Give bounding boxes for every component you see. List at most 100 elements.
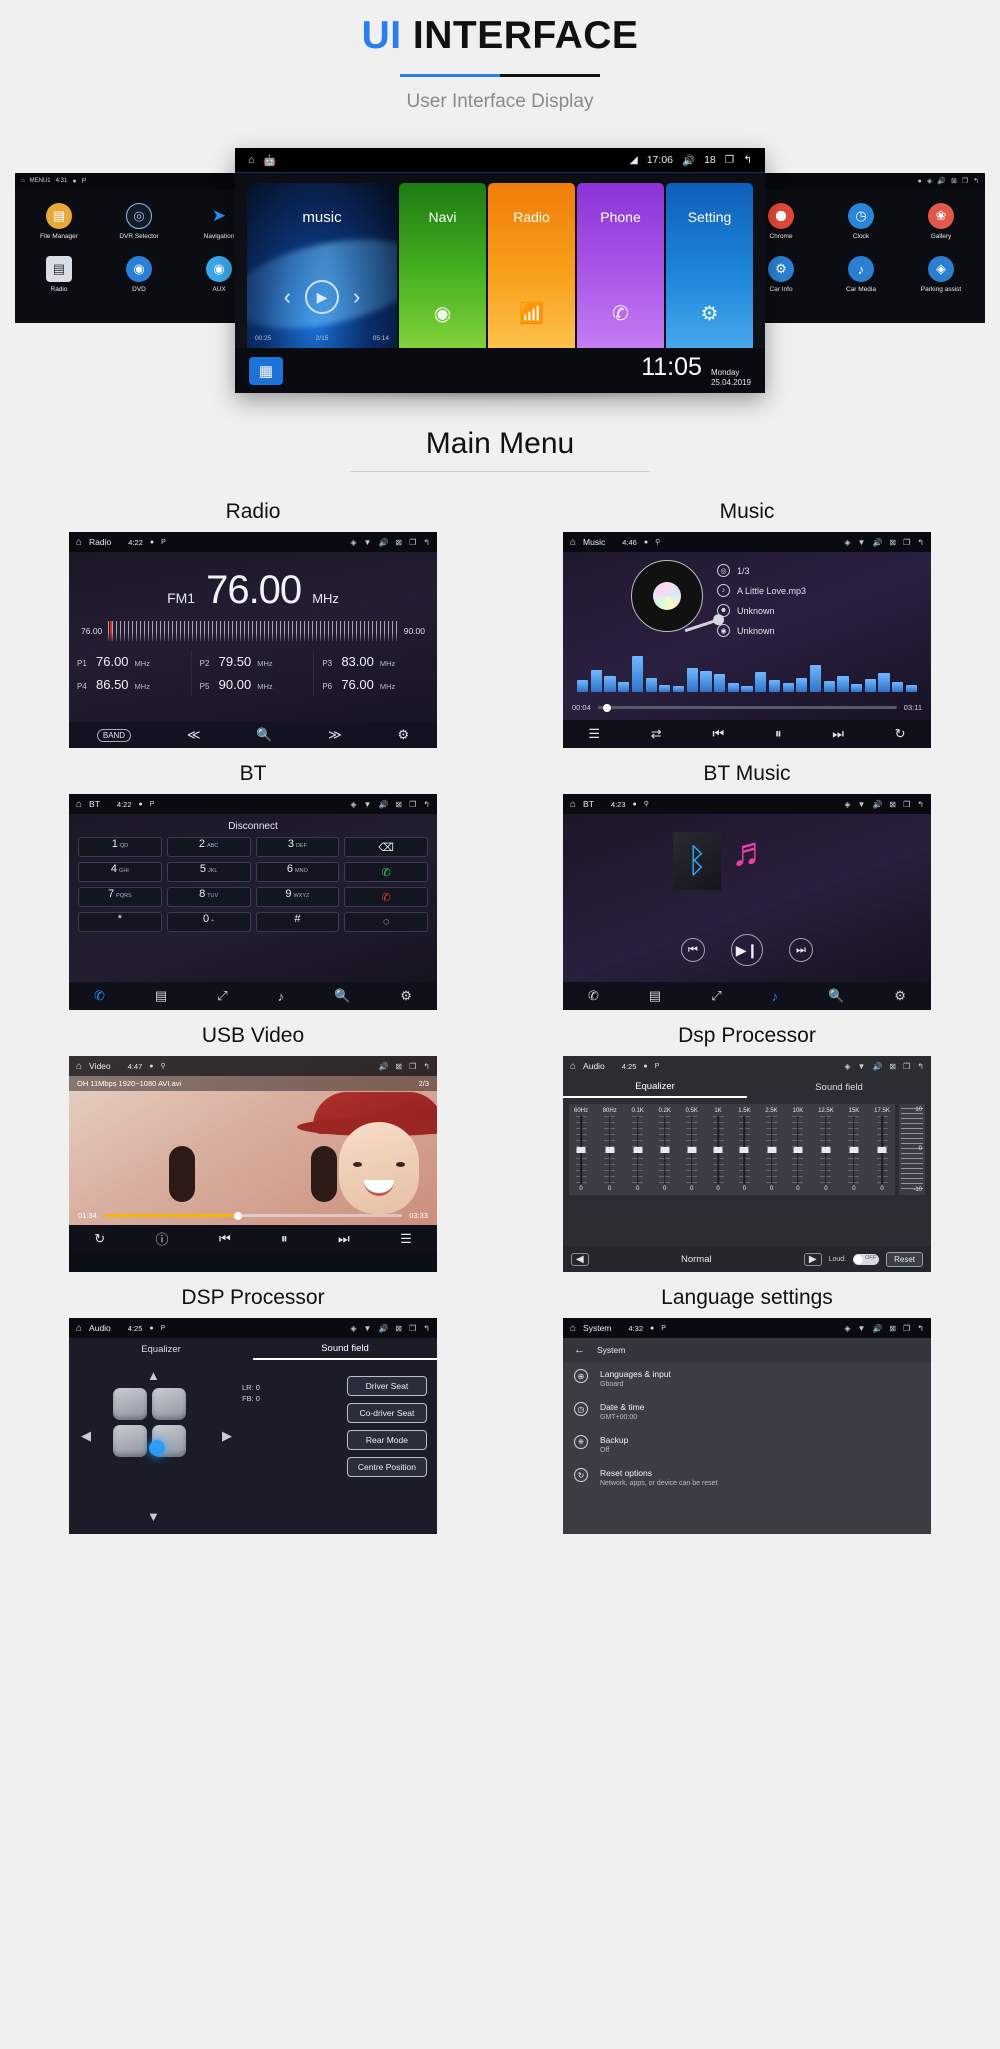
app-dvd[interactable]: ◉ DVD	[99, 250, 179, 303]
band-slider-rail[interactable]	[820, 1116, 832, 1184]
gear-icon[interactable]: ⚙	[894, 988, 906, 1004]
close-icon[interactable]: ⊠	[395, 800, 402, 809]
gear-icon[interactable]: ⚙	[397, 727, 409, 743]
reset-button[interactable]: Reset	[886, 1251, 923, 1267]
close-icon[interactable]: ⊠	[889, 800, 896, 809]
dialpad-key-[interactable]: 0 +	[166, 912, 251, 932]
app-file-manager[interactable]: ▤ File Manager	[19, 197, 99, 250]
volume-icon[interactable]: 🔊	[682, 154, 695, 167]
next-icon[interactable]: ⏭	[338, 1231, 350, 1247]
repeat-icon[interactable]: ↻	[895, 726, 906, 742]
previous-icon[interactable]: ⏮	[219, 1231, 231, 1247]
band-slider-knob[interactable]	[739, 1147, 749, 1153]
dialpad-key-mno[interactable]: 6 MNO	[255, 862, 340, 882]
search-icon[interactable]: 🔍	[256, 727, 272, 743]
home-icon[interactable]: ⌂	[570, 799, 576, 810]
phone-icon[interactable]: ✆	[94, 988, 105, 1004]
sound-focus-dot[interactable]	[148, 1440, 165, 1456]
dialpad-key-pqrs[interactable]: 7 PQRS	[78, 887, 162, 907]
back-icon[interactable]: ↰	[973, 177, 979, 185]
band-slider-knob[interactable]	[877, 1147, 887, 1153]
close-icon[interactable]: ⊠	[395, 1062, 402, 1071]
phone-icon[interactable]: ✆	[588, 988, 599, 1004]
band-slider-rail[interactable]	[738, 1116, 750, 1184]
recents-icon[interactable]: ❐	[903, 1062, 910, 1071]
close-icon[interactable]: ⊠	[889, 538, 896, 547]
home-icon[interactable]: ⌂	[570, 537, 576, 548]
band-slider-knob[interactable]	[767, 1147, 776, 1153]
tab-sound-field[interactable]: Sound field	[253, 1338, 437, 1360]
transfer-icon[interactable]: ⤢	[217, 988, 227, 1004]
band-slider-knob[interactable]	[633, 1147, 643, 1153]
dialpad-key-jkl[interactable]: 5 JKL	[166, 862, 251, 882]
seek-up-icon[interactable]: ≫	[328, 727, 342, 743]
band-slider-rail[interactable]	[604, 1116, 616, 1184]
eq-band-10k[interactable]: 10K 0	[792, 1108, 804, 1192]
preset-centre-position[interactable]: Centre Position	[346, 1457, 427, 1477]
band-slider-rail[interactable]	[766, 1116, 777, 1184]
back-icon[interactable]: ↰	[917, 538, 924, 547]
tile-music[interactable]: music ‹ ▶ › 00:25 2/15 05:14	[247, 183, 397, 348]
band-slider-rail[interactable]	[876, 1116, 888, 1184]
volume-icon[interactable]: 🔊	[378, 800, 388, 809]
eq-band-80hz[interactable]: 80Hz 0	[603, 1108, 617, 1192]
volume-icon[interactable]: 🔊	[872, 800, 882, 809]
preset-co-driver-seat[interactable]: Co-driver Seat	[346, 1403, 427, 1423]
band-slider-knob[interactable]	[793, 1147, 803, 1153]
video-seek-bar[interactable]: 01:34 03:33	[69, 1211, 437, 1220]
seek-down-icon[interactable]: ≪	[187, 727, 201, 743]
seat-rear-left[interactable]	[113, 1425, 147, 1457]
band-slider-rail[interactable]	[632, 1116, 644, 1184]
recents-icon[interactable]: ❐	[409, 1062, 416, 1071]
home-icon[interactable]: ⌂	[248, 154, 254, 166]
close-icon[interactable]: ⊠	[889, 1062, 896, 1071]
recents-icon[interactable]: ❐	[903, 538, 910, 547]
volume-icon[interactable]: 🔊	[937, 177, 946, 185]
preset-button[interactable]: P2 79.50 MHz	[192, 650, 315, 673]
back-icon[interactable]: ↰	[917, 1324, 924, 1333]
eq-band-0.1k[interactable]: 0.1K 0	[631, 1108, 643, 1192]
app-clock[interactable]: ◷ Clock	[821, 197, 901, 250]
volume-icon[interactable]: 🔊	[872, 538, 882, 547]
eq-band-17.5k[interactable]: 17.5K 0	[874, 1108, 890, 1192]
close-icon[interactable]: ⊠	[889, 1324, 896, 1333]
eq-band-2.5k[interactable]: 2.5K 0	[765, 1108, 777, 1192]
shuffle-icon[interactable]: ⇄	[651, 726, 662, 742]
contacts-icon[interactable]: ▤	[649, 988, 661, 1004]
volume-icon[interactable]: 🔊	[378, 1062, 388, 1071]
eq-band-15k[interactable]: 15K 0	[848, 1108, 860, 1192]
back-icon[interactable]: ↰	[423, 1324, 430, 1333]
tile-setting[interactable]: Setting ⚙	[666, 183, 753, 348]
info-icon[interactable]: ⓘ	[156, 1229, 169, 1248]
previous-icon[interactable]: ‹	[284, 284, 291, 310]
band-slider-rail[interactable]	[575, 1116, 587, 1184]
search-icon[interactable]: 🔍	[334, 988, 350, 1004]
eq-band-1k[interactable]: 1K 0	[712, 1108, 724, 1192]
home-icon[interactable]: ⌂	[76, 799, 82, 810]
apps-grid-icon[interactable]: ▦	[249, 356, 283, 385]
preset-button[interactable]: P1 76.00 MHz	[69, 650, 192, 673]
volume-icon[interactable]: 🔊	[378, 538, 388, 547]
app-radio[interactable]: ▤ Radio	[19, 250, 99, 303]
close-icon[interactable]: ⊠	[395, 1324, 402, 1333]
band-slider-knob[interactable]	[660, 1147, 670, 1153]
dialpad-key-abc[interactable]: 2 ABC	[166, 837, 251, 857]
seat-front-right[interactable]	[152, 1388, 186, 1420]
arrow-down-icon[interactable]: ▼	[147, 1509, 160, 1524]
dialpad-key-[interactable]: ⌫	[344, 837, 428, 857]
home-icon[interactable]: ⌂	[76, 1061, 82, 1072]
playlist-icon[interactable]: ☰	[588, 726, 600, 742]
recents-icon[interactable]: ❐	[962, 177, 968, 185]
volume-icon[interactable]: 🔊	[378, 1324, 388, 1333]
dialpad-key-def[interactable]: 3 DEF	[255, 837, 340, 857]
tab-sound-field[interactable]: Sound field	[747, 1076, 931, 1098]
preset-button[interactable]: P4 86.50 MHz	[69, 673, 192, 696]
band-slider-knob[interactable]	[713, 1147, 723, 1153]
band-slider-knob[interactable]	[821, 1147, 831, 1153]
app-dvr-selector[interactable]: ◎ DVR Selector	[99, 197, 179, 250]
progress-knob[interactable]	[234, 1211, 243, 1220]
loudness-toggle[interactable]: OFF	[853, 1253, 880, 1265]
radio-tuning-scale[interactable]: 76.00 90.00	[69, 613, 437, 644]
band-button[interactable]: BAND	[96, 728, 132, 742]
repeat-icon[interactable]: ↻	[94, 1231, 105, 1247]
